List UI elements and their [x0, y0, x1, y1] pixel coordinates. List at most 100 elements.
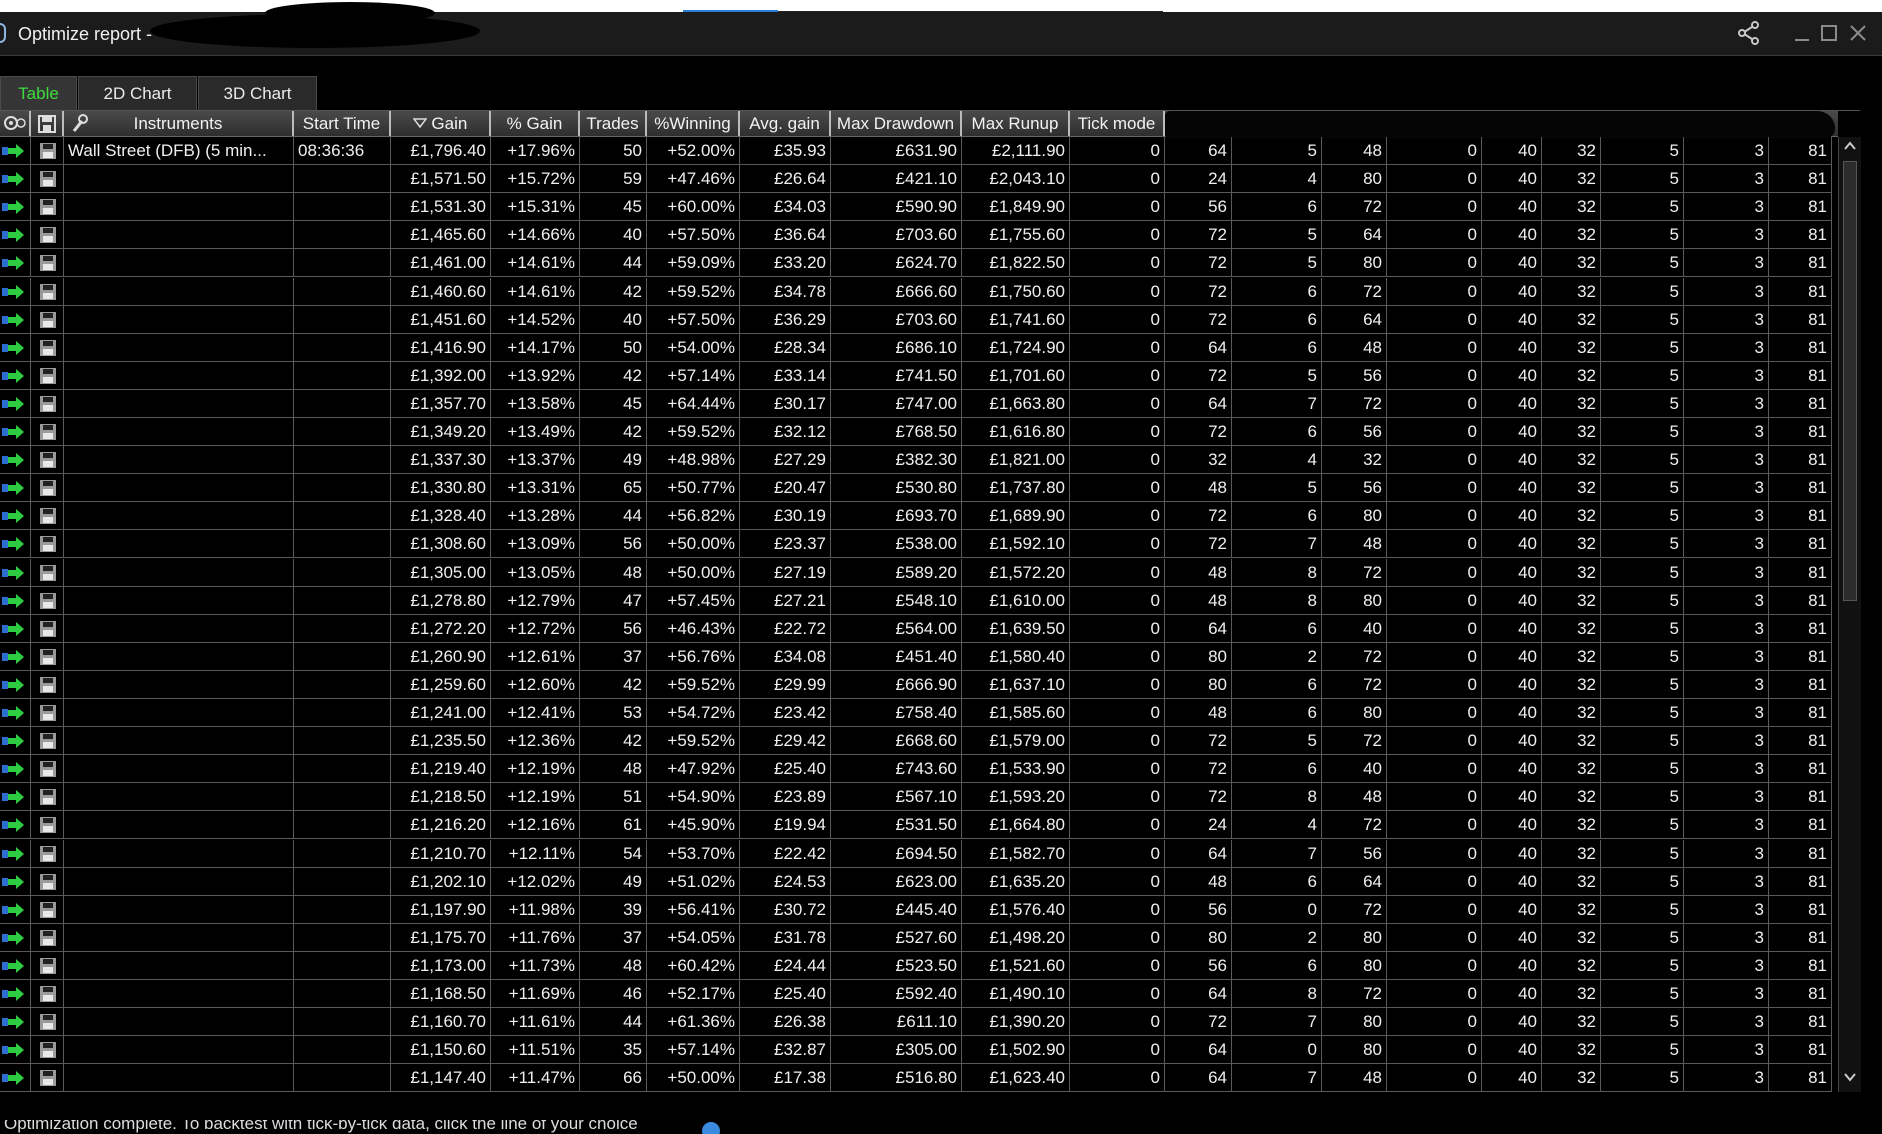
table-row[interactable]: £1,328.40 +13.28% 44 +56.82% £30.19 £693.70 £1… — [0, 502, 1832, 531]
run-backtest-icon[interactable] — [2, 340, 26, 356]
minimize-icon[interactable] — [1789, 20, 1815, 52]
backtest-cell[interactable] — [0, 614, 31, 643]
save-icon[interactable] — [39, 901, 57, 919]
run-backtest-icon[interactable] — [2, 227, 26, 243]
save-cell[interactable] — [31, 586, 64, 615]
save-icon[interactable] — [39, 592, 57, 610]
save-icon[interactable] — [39, 732, 57, 750]
run-backtest-icon[interactable] — [2, 874, 26, 890]
column-header-max-runup[interactable]: Max Runup — [962, 111, 1070, 136]
save-cell[interactable] — [31, 951, 64, 980]
save-cell[interactable] — [31, 558, 64, 587]
save-icon[interactable] — [39, 283, 57, 301]
save-cell[interactable] — [31, 614, 64, 643]
table-row[interactable]: £1,461.00 +14.61% 44 +59.09% £33.20 £624.70 £1… — [0, 249, 1832, 278]
backtest-cell[interactable] — [0, 221, 31, 250]
run-backtest-icon[interactable] — [2, 480, 26, 496]
save-cell[interactable] — [31, 839, 64, 868]
backtest-cell[interactable] — [0, 165, 31, 194]
backtest-cell[interactable] — [0, 670, 31, 699]
save-icon[interactable] — [39, 1041, 57, 1059]
run-backtest-icon[interactable] — [2, 846, 26, 862]
save-icon[interactable] — [39, 985, 57, 1003]
backtest-cell[interactable] — [0, 727, 31, 756]
run-backtest-icon[interactable] — [2, 930, 26, 946]
run-backtest-icon[interactable] — [2, 789, 26, 805]
run-backtest-icon[interactable] — [2, 677, 26, 693]
save-cell[interactable] — [31, 193, 64, 222]
save-cell[interactable] — [31, 923, 64, 952]
table-row[interactable]: £1,260.90 +12.61% 37 +56.76% £34.08 £451.40 £1… — [0, 642, 1832, 671]
run-backtest-icon[interactable] — [2, 705, 26, 721]
save-icon[interactable] — [39, 254, 57, 272]
table-row[interactable]: £1,349.20 +13.49% 42 +59.52% £32.12 £768.50 £1… — [0, 418, 1832, 446]
backtest-cell[interactable] — [0, 895, 31, 924]
save-cell[interactable] — [31, 895, 64, 924]
save-icon[interactable] — [39, 957, 57, 975]
run-backtest-icon[interactable] — [2, 143, 26, 159]
save-icon[interactable] — [39, 1013, 57, 1031]
save-cell[interactable] — [31, 305, 64, 334]
save-icon[interactable] — [39, 339, 57, 357]
save-icon[interactable] — [39, 395, 57, 413]
run-backtest-icon[interactable] — [2, 1042, 26, 1058]
table-row[interactable]: £1,357.70 +13.58% 45 +64.44% £30.17 £747.00 £1… — [0, 389, 1832, 418]
save-cell[interactable] — [31, 361, 64, 390]
save-cell[interactable] — [31, 670, 64, 699]
save-icon[interactable] — [39, 816, 57, 834]
table-row[interactable]: £1,330.80 +13.31% 65 +50.77% £20.47 £530.80 £1… — [0, 474, 1832, 503]
save-icon[interactable] — [39, 170, 57, 188]
run-backtest-icon[interactable] — [2, 368, 26, 384]
save-cell[interactable] — [31, 249, 64, 278]
run-backtest-icon[interactable] — [2, 199, 26, 215]
table-row[interactable]: £1,202.10 +12.02% 49 +51.02% £24.53 £623.00 £1… — [0, 867, 1832, 896]
table-row[interactable]: £1,173.00 +11.73% 48 +60.42% £24.44 £523.50 £1… — [0, 951, 1832, 980]
backtest-cell[interactable] — [0, 137, 31, 165]
run-backtest-icon[interactable] — [2, 733, 26, 749]
column-header-tick-mode[interactable]: Tick mode — [1070, 111, 1165, 136]
save-icon[interactable] — [39, 704, 57, 722]
backtest-cell[interactable] — [0, 249, 31, 278]
save-cell[interactable] — [31, 137, 64, 165]
save-icon[interactable] — [39, 311, 57, 329]
save-cell[interactable] — [31, 277, 64, 306]
scroll-down-icon[interactable] — [1841, 1070, 1859, 1090]
backtest-cell[interactable] — [0, 530, 31, 559]
save-cell[interactable] — [31, 727, 64, 756]
save-icon[interactable] — [39, 760, 57, 778]
backtest-cell[interactable] — [0, 389, 31, 418]
table-row[interactable]: £1,241.00 +12.41% 53 +54.72% £23.42 £758.40 £1… — [0, 699, 1832, 727]
table-row[interactable]: £1,571.50 +15.72% 59 +47.46% £26.64 £421.10 £2… — [0, 165, 1832, 194]
table-row[interactable]: Wall Street (DFB) (5 min... 08:36:36 £1,79… — [0, 137, 1832, 165]
save-cell[interactable] — [31, 474, 64, 503]
backtest-cell[interactable] — [0, 755, 31, 784]
save-icon[interactable] — [39, 845, 57, 863]
run-backtest-icon[interactable] — [2, 621, 26, 637]
run-backtest-icon[interactable] — [2, 958, 26, 974]
run-backtest-icon[interactable] — [2, 649, 26, 665]
column-header-start-time[interactable]: Start Time — [294, 111, 391, 136]
save-cell[interactable] — [31, 165, 64, 194]
backtest-cell[interactable] — [0, 502, 31, 531]
save-icon[interactable] — [39, 564, 57, 582]
table-row[interactable]: £1,147.40 +11.47% 66 +50.00% £17.38 £516.80 £1… — [0, 1064, 1832, 1093]
save-cell[interactable] — [31, 530, 64, 559]
table-row[interactable]: £1,460.60 +14.61% 42 +59.52% £34.78 £666.60 £1… — [0, 277, 1832, 306]
table-row[interactable]: £1,218.50 +12.19% 51 +54.90% £23.89 £567.10 £1… — [0, 783, 1832, 812]
backtest-cell[interactable] — [0, 446, 31, 475]
backtest-cell[interactable] — [0, 1008, 31, 1037]
run-backtest-icon[interactable] — [2, 1070, 26, 1086]
save-cell[interactable] — [31, 867, 64, 896]
save-icon[interactable] — [39, 507, 57, 525]
column-header-avg-gain[interactable]: Avg. gain — [740, 111, 831, 136]
save-cell[interactable] — [31, 642, 64, 671]
run-backtest-icon[interactable] — [2, 452, 26, 468]
save-cell[interactable] — [31, 980, 64, 1008]
save-cell[interactable] — [31, 1008, 64, 1037]
backtest-cell[interactable] — [0, 839, 31, 868]
tab-2d-chart[interactable]: 2D Chart — [78, 76, 197, 110]
backtest-cell[interactable] — [0, 923, 31, 952]
save-icon[interactable] — [39, 620, 57, 638]
share-icon[interactable] — [1736, 20, 1762, 52]
backtest-cell[interactable] — [0, 811, 31, 840]
